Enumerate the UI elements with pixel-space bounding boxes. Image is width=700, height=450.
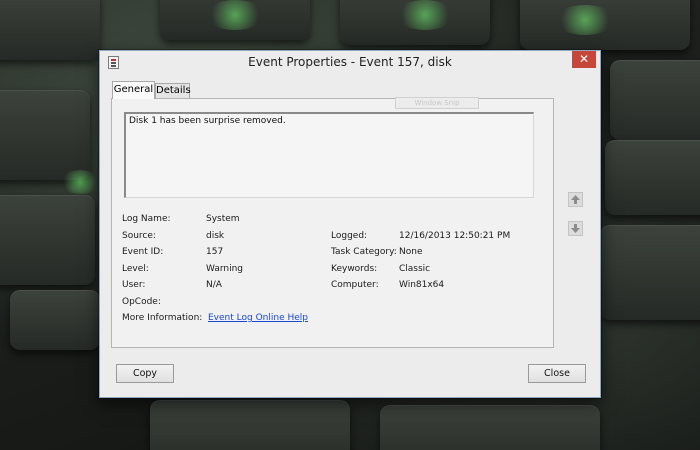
keyboard-glow (395, 0, 455, 30)
level-label: Level: (122, 264, 149, 274)
title-bar[interactable]: Event Properties - Event 157, disk ✕ (100, 51, 600, 75)
more-info-label: More Information: (122, 313, 203, 323)
user-label: User: (122, 280, 146, 290)
keywords-value: Classic (399, 264, 431, 274)
keyboard-key (610, 60, 700, 140)
tab-general[interactable]: General (112, 81, 155, 99)
keyboard-key (600, 225, 700, 320)
event-message-textbox[interactable]: Disk 1 has been surprise removed. (124, 112, 534, 198)
source-value: disk (206, 231, 225, 241)
log-name-value: System (206, 214, 240, 224)
keyboard-key (0, 0, 100, 60)
keyboard-key (150, 400, 350, 450)
keyboard-glow (555, 5, 615, 35)
opcode-label: OpCode: (122, 297, 161, 307)
user-value: N/A (206, 280, 222, 290)
arrow-down-icon (571, 224, 580, 233)
computer-label: Computer: (331, 280, 379, 290)
general-tab-panel: Window Snip Disk 1 has been surprise rem… (111, 97, 554, 348)
arrow-up-icon (571, 195, 580, 204)
desktop-background: Event Properties - Event 157, disk ✕ Gen… (0, 0, 700, 450)
keyboard-glow (60, 170, 100, 194)
event-id-label: Event ID: (122, 247, 164, 257)
computer-value: Win81x64 (399, 280, 445, 290)
keyboard-key (380, 405, 600, 450)
source-label: Source: (122, 231, 156, 241)
logged-label: Logged: (331, 231, 368, 241)
tab-details[interactable]: Details (155, 83, 191, 99)
keywords-label: Keywords: (331, 264, 378, 274)
keyboard-glow (205, 0, 265, 30)
keyboard-key (10, 290, 100, 350)
logged-value: 12/16/2013 12:50:21 PM (399, 231, 511, 241)
copy-button[interactable]: Copy (116, 364, 174, 383)
level-value: Warning (206, 264, 244, 274)
previous-event-button[interactable] (568, 192, 583, 207)
close-button[interactable]: Close (528, 364, 586, 383)
window-title: Event Properties - Event 157, disk (248, 55, 452, 69)
next-event-button[interactable] (568, 221, 583, 236)
task-category-value: None (399, 247, 423, 257)
keyboard-key (0, 90, 90, 180)
window-close-button[interactable]: ✕ (572, 51, 596, 68)
event-log-online-help-link[interactable]: Event Log Online Help (208, 313, 308, 323)
keyboard-key (605, 140, 700, 215)
window-snip-overlay: Window Snip (395, 97, 479, 109)
task-category-label: Task Category: (331, 247, 397, 257)
event-id-value: 157 (206, 247, 224, 257)
keyboard-key (0, 195, 95, 285)
log-name-label: Log Name: (122, 214, 171, 224)
event-properties-dialog: Event Properties - Event 157, disk ✕ Gen… (99, 50, 601, 398)
